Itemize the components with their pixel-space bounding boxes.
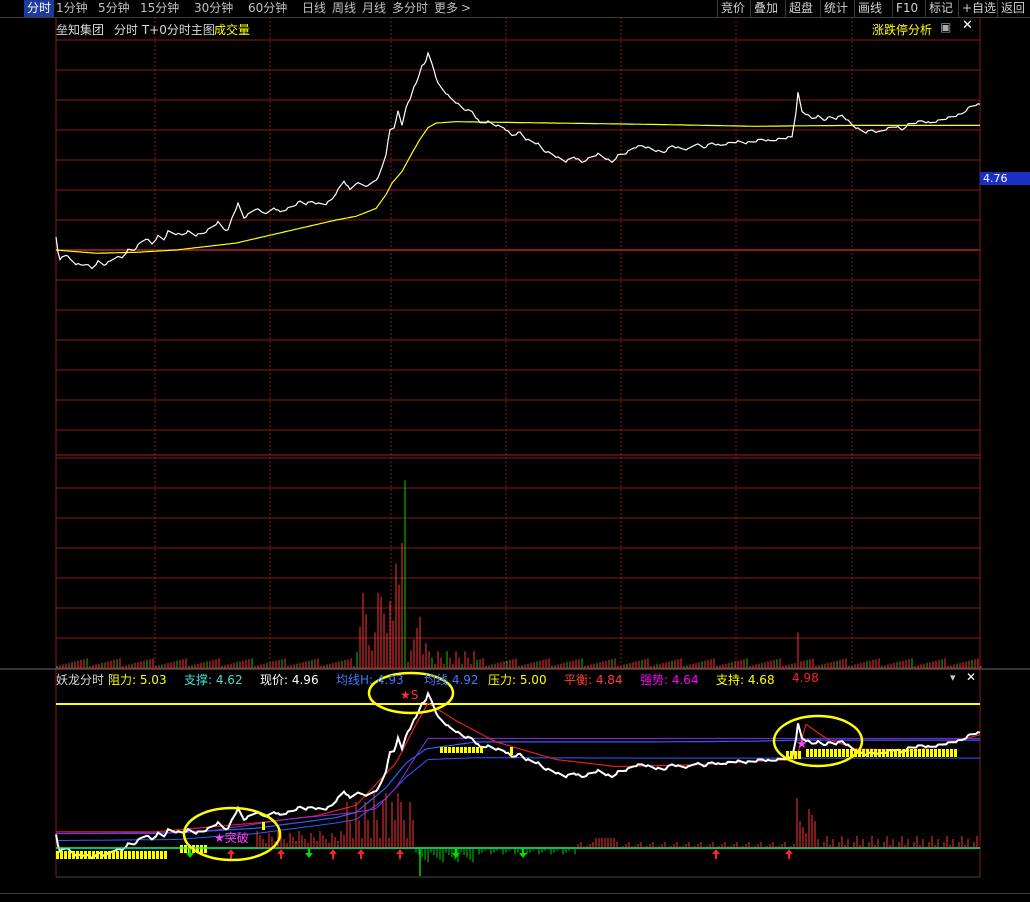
close-icon[interactable]: ✕ <box>962 18 973 33</box>
volume-bars <box>56 480 982 668</box>
chart-mode-label[interactable]: 分时 T+0分时主图 <box>114 21 215 38</box>
indicator-menu-icon[interactable]: ▾ <box>950 671 956 684</box>
buy-arrow-icon <box>227 849 235 859</box>
limit-analysis-link[interactable]: 涨跌停分析 <box>872 21 932 38</box>
stock-name: 垒知集团 <box>56 23 105 37</box>
sell-signal-label: ★S <box>400 688 419 702</box>
buy-arrow-icon <box>396 849 404 859</box>
indicator-value-2: 现价: 4.96 <box>260 673 319 687</box>
indicator-value-1: 支撑: 4.62 <box>184 673 243 687</box>
star-signal-icon: ★ <box>796 737 808 752</box>
buy-arrow-icon <box>357 849 365 859</box>
buy-arrow-icon <box>329 849 337 859</box>
signal-arrows <box>186 848 793 859</box>
indicator-value-3: 均线H: 4.93 <box>336 673 404 687</box>
indicator-value-5: 压力: 5.00 <box>488 673 547 687</box>
strong-line <box>56 737 980 834</box>
buy-arrow-icon <box>785 849 793 859</box>
average-price-line <box>55 121 980 254</box>
breakout-signal-label: ★突破 <box>214 831 249 845</box>
balance-line <box>56 702 981 833</box>
indicator-value-8: 支持: 4.68 <box>716 673 775 687</box>
price-line <box>55 51 981 270</box>
indicator-header: 妖龙分时 阻力: 5.03 支撑: 4.62 现价: 4.96 均线H: 4.93 均线 … <box>56 671 956 688</box>
settings-button[interactable]: ▣ <box>940 20 951 34</box>
sell-arrow-icon <box>519 848 527 858</box>
current-price-badge: 4.76 <box>980 172 1030 185</box>
indicator-close-icon[interactable]: ✕ <box>966 670 976 684</box>
buy-arrow-icon <box>712 849 720 859</box>
indicator-value-7: 强势: 4.64 <box>640 673 699 687</box>
indicator-price-line <box>55 690 981 860</box>
indicator-value-9: 4.98 <box>792 671 819 685</box>
sell-arrow-icon <box>452 848 460 858</box>
indicator-value-0: 阻力: 5.03 <box>108 673 167 687</box>
buy-arrow-icon <box>277 849 285 859</box>
indicator-value-4: 均线 4.92 <box>424 673 479 687</box>
sell-arrow-icon <box>305 848 313 858</box>
indicator-value-6: 平衡: 4.84 <box>564 673 623 687</box>
indicator-name[interactable]: 妖龙分时 <box>56 671 104 688</box>
support-blocks <box>56 747 957 859</box>
volume-mode-label[interactable]: 成交量 <box>214 21 250 38</box>
momentum-bars <box>256 793 978 863</box>
chart-canvas[interactable] <box>0 0 1030 901</box>
